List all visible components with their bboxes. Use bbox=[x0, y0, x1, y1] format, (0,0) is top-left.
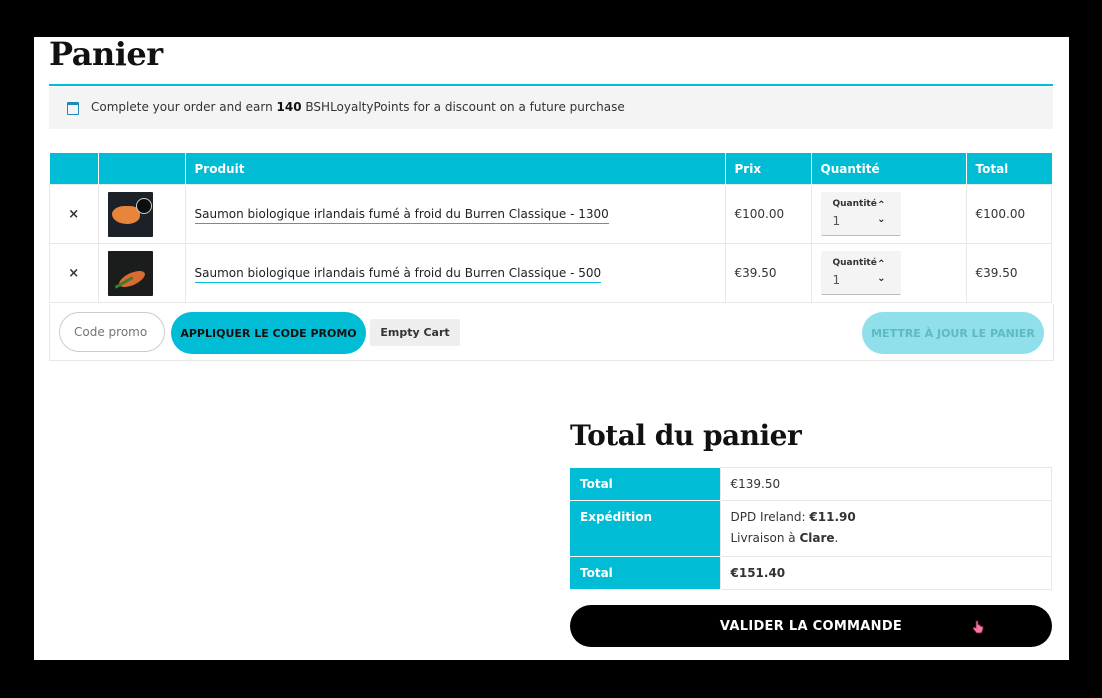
quantity-value[interactable]: 1 bbox=[833, 273, 841, 287]
cart-actions: APPLIQUER LE CODE PROMO Empty Cart METTR… bbox=[49, 304, 1054, 361]
product-link[interactable]: Saumon biologique irlandais fumé à froid… bbox=[194, 266, 602, 283]
cart-totals-title: Total du panier bbox=[570, 419, 802, 452]
delivery-prefix: Livraison à bbox=[730, 531, 800, 545]
title-divider bbox=[49, 84, 1053, 86]
brand-badge-image bbox=[135, 197, 152, 214]
salmon-image bbox=[111, 205, 140, 224]
shipping-row: Expédition DPD Ireland: €11.90 Livraison… bbox=[570, 500, 1052, 557]
chevron-down-icon[interactable]: ⌄ bbox=[877, 273, 885, 284]
product-price: €39.50 bbox=[724, 243, 812, 303]
header-price: Prix bbox=[725, 153, 812, 185]
quantity-value[interactable]: 1 bbox=[833, 214, 841, 228]
cart-page: Panier Complete your order and earn 140 … bbox=[34, 37, 1069, 660]
quantity-cell: Quantité 1 ⌃ ⌄ bbox=[810, 243, 967, 303]
line-total: €100.00 bbox=[965, 184, 1052, 244]
delivery-suffix: . bbox=[834, 531, 839, 545]
loyalty-points-count: 140 bbox=[276, 100, 302, 114]
shipping-method: DPD Ireland: €11.90 bbox=[731, 510, 1042, 524]
shipping-method-name: DPD Ireland: bbox=[730, 510, 810, 524]
update-cart-button[interactable]: METTRE À JOUR LE PANIER bbox=[862, 312, 1044, 354]
product-link[interactable]: Saumon biologique irlandais fumé à froid… bbox=[194, 207, 609, 224]
cart-table: Produit Prix Quantité Total × Saumon bio… bbox=[49, 153, 1052, 303]
header-thumbnail bbox=[98, 153, 186, 185]
order-total-label: Total bbox=[570, 556, 720, 590]
apply-promo-button[interactable]: APPLIQUER LE CODE PROMO bbox=[171, 312, 366, 354]
product-thumbnail[interactable] bbox=[107, 191, 153, 237]
header-product: Produit bbox=[185, 153, 726, 185]
product-name-cell: Saumon biologique irlandais fumé à froid… bbox=[184, 184, 726, 244]
order-total-value: €151.40 bbox=[719, 556, 1052, 590]
product-thumbnail-cell bbox=[97, 184, 186, 244]
empty-cart-button[interactable]: Empty Cart bbox=[370, 319, 460, 346]
quantity-label: Quantité bbox=[832, 258, 877, 268]
hand-pointer-cursor-icon bbox=[972, 620, 984, 634]
quantity-label: Quantité bbox=[832, 199, 877, 209]
product-price: €100.00 bbox=[724, 184, 812, 244]
notice-text-before: Complete your order and earn bbox=[91, 100, 277, 114]
header-quantity: Quantité bbox=[811, 153, 967, 185]
notice-text-after: BSHLoyaltyPoints for a discount on a fut… bbox=[301, 100, 625, 114]
product-name-cell: Saumon biologique irlandais fumé à froid… bbox=[184, 243, 726, 303]
remove-item-button[interactable]: × bbox=[49, 243, 99, 303]
delivery-destination: Livraison à Clare. bbox=[731, 531, 1042, 545]
shipping-details: DPD Ireland: €11.90 Livraison à Clare. bbox=[719, 500, 1052, 557]
subtotal-value: €139.50 bbox=[719, 467, 1052, 501]
page-title: Panier bbox=[49, 37, 163, 73]
header-remove bbox=[49, 153, 99, 185]
loyalty-notice-text: Complete your order and earn 140 BSHLoya… bbox=[91, 100, 625, 114]
product-thumbnail[interactable] bbox=[107, 250, 153, 296]
order-total-row: Total €151.40 bbox=[570, 556, 1052, 590]
quantity-stepper[interactable]: Quantité 1 ⌃ ⌄ bbox=[820, 192, 901, 236]
quantity-stepper[interactable]: Quantité 1 ⌃ ⌄ bbox=[820, 251, 901, 295]
promo-code-input[interactable] bbox=[59, 312, 165, 352]
remove-item-button[interactable]: × bbox=[49, 184, 99, 244]
calendar-icon bbox=[67, 102, 79, 115]
delivery-place: Clare bbox=[799, 531, 835, 545]
table-row: × Saumon biologique irlandais fumé à fro… bbox=[49, 243, 1052, 303]
shipping-cost: €11.90 bbox=[809, 510, 856, 524]
quantity-cell: Quantité 1 ⌃ ⌄ bbox=[810, 184, 967, 244]
header-total: Total bbox=[966, 153, 1052, 185]
subtotal-row: Total €139.50 bbox=[570, 467, 1052, 501]
chevron-down-icon[interactable]: ⌄ bbox=[877, 214, 885, 225]
line-total: €39.50 bbox=[965, 243, 1052, 303]
cart-totals-table: Total €139.50 Expédition DPD Ireland: €1… bbox=[570, 467, 1052, 590]
chevron-up-icon[interactable]: ⌃ bbox=[877, 259, 885, 270]
shipping-label: Expédition bbox=[570, 500, 720, 557]
subtotal-label: Total bbox=[570, 467, 720, 501]
order-total-amount: €151.40 bbox=[730, 566, 786, 580]
loyalty-notice: Complete your order and earn 140 BSHLoya… bbox=[49, 87, 1053, 129]
chevron-up-icon[interactable]: ⌃ bbox=[877, 200, 885, 211]
cart-table-header: Produit Prix Quantité Total bbox=[49, 153, 1052, 185]
product-thumbnail-cell bbox=[97, 243, 186, 303]
table-row: × Saumon biologique irlandais fumé à fro… bbox=[49, 184, 1052, 244]
